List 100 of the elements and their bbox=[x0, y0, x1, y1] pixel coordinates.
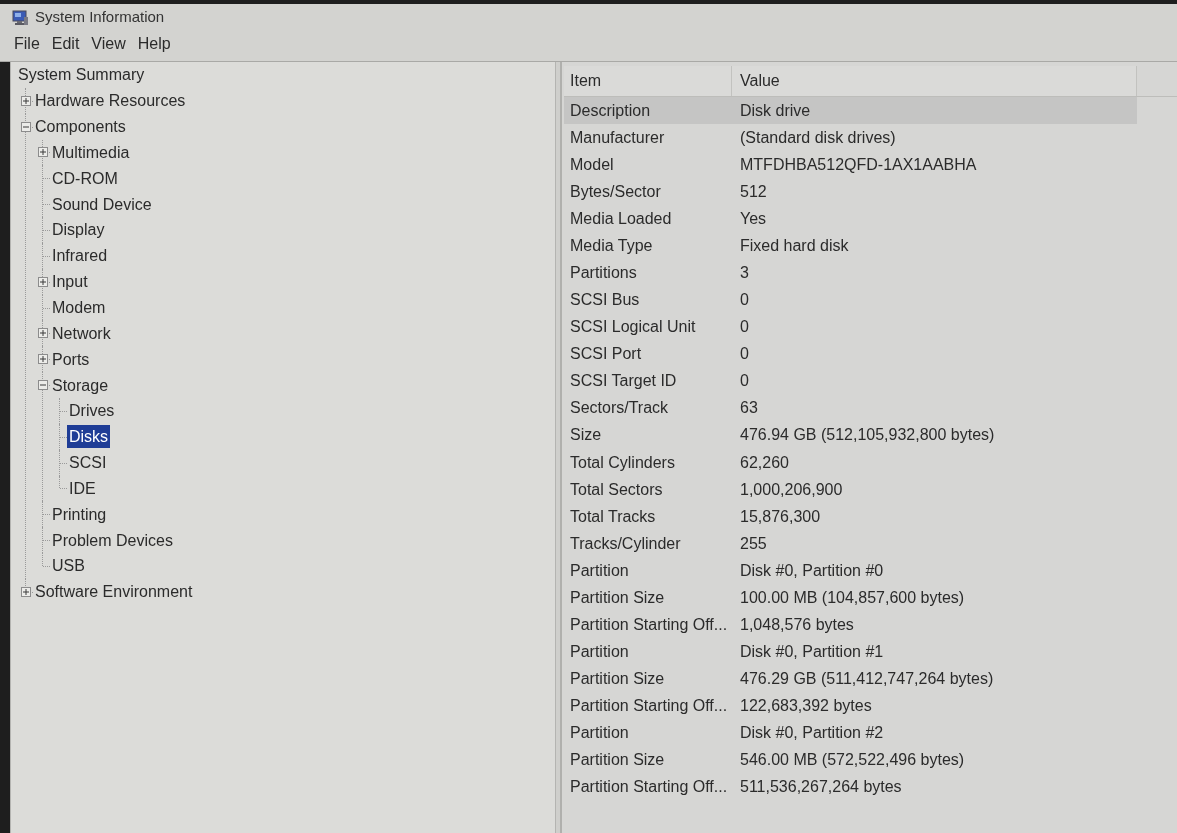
table-row[interactable]: Sectors/Track 63 bbox=[564, 394, 1137, 422]
expand-icon[interactable] bbox=[37, 147, 48, 158]
table-cell-text: Yes bbox=[739, 208, 767, 229]
table-cell-text: Partition Starting Off... bbox=[569, 615, 729, 635]
table-row[interactable]: Description Disk drive bbox=[564, 97, 1137, 125]
tree-item[interactable]: Software Environment bbox=[33, 580, 195, 604]
column-header[interactable]: Item bbox=[564, 66, 732, 96]
tree-item[interactable]: Display bbox=[50, 218, 107, 242]
table-cell-text: Disk #0, Partition #0 bbox=[739, 560, 884, 581]
table-row[interactable]: Partition Disk #0, Partition #0 bbox=[564, 557, 1137, 585]
table-cell-text: 511,536,267,264 bytes bbox=[739, 777, 902, 798]
menu-item[interactable]: Edit bbox=[47, 32, 84, 55]
expand-icon[interactable] bbox=[37, 354, 48, 365]
tree-item[interactable]: USB bbox=[50, 554, 87, 578]
tree-item[interactable]: Modem bbox=[50, 296, 108, 319]
table-cell-text: 62,260 bbox=[739, 452, 789, 473]
table-cell-text: MTFDHBA512QFD-1AX1AABHA bbox=[739, 154, 977, 175]
table-cell-text: 1,000,206,900 bbox=[739, 479, 843, 500]
table-row[interactable]: Media Loaded Yes bbox=[564, 205, 1137, 233]
tree-item[interactable]: Multimedia bbox=[50, 140, 132, 164]
table-cell-text: Sectors/Track bbox=[569, 398, 670, 419]
tree-item[interactable]: System Summary bbox=[16, 63, 147, 87]
table-row[interactable]: SCSI Port 0 bbox=[564, 340, 1137, 368]
table-row[interactable]: Media Type Fixed hard disk bbox=[564, 232, 1137, 260]
table-cell-text: 476.94 GB (512,105,932,800 bytes) bbox=[739, 425, 995, 446]
collapse-icon[interactable] bbox=[20, 121, 31, 132]
table-cell-text: Partition bbox=[569, 642, 630, 663]
expand-icon[interactable] bbox=[20, 95, 31, 106]
table-cell-text: Description bbox=[569, 100, 652, 121]
table-cell-text: Partition Starting Off... bbox=[569, 777, 729, 798]
tree-item[interactable]: Infrared bbox=[50, 244, 110, 268]
table-cell-text: Partition Size bbox=[569, 750, 666, 771]
table-row[interactable]: Partition Disk #0, Partition #1 bbox=[564, 638, 1137, 666]
table-cell-text: 3 bbox=[739, 263, 749, 283]
table-cell-text: Total Sectors bbox=[569, 479, 664, 500]
table-row[interactable]: SCSI Logical Unit 0 bbox=[564, 313, 1137, 341]
tree-item[interactable]: Network bbox=[50, 321, 113, 345]
table-row[interactable]: Bytes/Sector 512 bbox=[564, 178, 1137, 206]
table-row[interactable]: Partition Starting Off... 511,536,267,264 bytes bbox=[564, 773, 1137, 802]
menu-item[interactable]: View bbox=[87, 32, 130, 55]
table-cell-text: 546.00 MB (572,522,496 bytes) bbox=[739, 750, 965, 771]
table-row[interactable]: Size 476.94 GB (512,105,932,800 bytes) bbox=[564, 421, 1137, 449]
table-cell-text: Total Cylinders bbox=[569, 452, 676, 473]
table-cell-text: 0 bbox=[739, 290, 749, 311]
expand-icon[interactable] bbox=[20, 586, 31, 597]
tree-item[interactable]: Printing bbox=[50, 502, 109, 526]
table-cell-text: 0 bbox=[739, 344, 749, 365]
table-row[interactable]: Partition Starting Off... 1,048,576 bytes bbox=[564, 611, 1137, 639]
table-row[interactable]: Partition Size 546.00 MB (572,522,496 bytes) bbox=[564, 746, 1137, 774]
table-cell-text: Partitions bbox=[569, 263, 638, 283]
table-row[interactable]: Total Cylinders 62,260 bbox=[564, 449, 1137, 477]
table-cell-text: SCSI Port bbox=[569, 344, 643, 365]
collapse-icon[interactable] bbox=[37, 380, 48, 391]
table-cell-text: Disk #0, Partition #1 bbox=[739, 642, 884, 663]
table-cell-text: 0 bbox=[739, 317, 749, 338]
tree-item[interactable]: SCSI bbox=[67, 451, 109, 475]
table-cell-text: 63 bbox=[739, 398, 758, 419]
table-cell-text: Model bbox=[569, 154, 615, 175]
table-cell-text: SCSI Target ID bbox=[569, 371, 678, 392]
tree-item[interactable]: Storage bbox=[50, 373, 111, 397]
column-header[interactable]: Value bbox=[732, 66, 1137, 96]
table-row[interactable]: Tracks/Cylinder 255 bbox=[564, 530, 1137, 558]
table-cell-text: 255 bbox=[739, 533, 767, 554]
table-cell-text: Disk drive bbox=[739, 100, 811, 121]
table-cell-text: Partition bbox=[569, 723, 630, 744]
tree-item[interactable]: Sound Device bbox=[50, 192, 154, 216]
tree-item[interactable]: Problem Devices bbox=[50, 528, 175, 552]
tree-item[interactable]: Disks bbox=[67, 425, 111, 449]
table-row[interactable]: Model MTFDHBA512QFD-1AX1AABHA bbox=[564, 151, 1137, 179]
tree-item[interactable]: Hardware Resources bbox=[33, 89, 188, 113]
table-cell-text: Fixed hard disk bbox=[739, 235, 849, 256]
tree-item[interactable]: Components bbox=[33, 115, 128, 139]
tree-item[interactable]: IDE bbox=[67, 476, 98, 500]
table-row[interactable]: Partition Disk #0, Partition #2 bbox=[564, 719, 1137, 747]
table-row[interactable]: SCSI Bus 0 bbox=[564, 286, 1137, 314]
tree-item[interactable]: Input bbox=[50, 270, 90, 294]
table-cell-text: Total Tracks bbox=[569, 506, 657, 527]
table-row[interactable]: Total Tracks 15,876,300 bbox=[564, 503, 1137, 531]
table-cell-text: Disk #0, Partition #2 bbox=[739, 723, 884, 744]
table-cell-text: Manufacturer bbox=[569, 127, 666, 148]
table-cell-text: 100.00 MB (104,857,600 bytes) bbox=[739, 587, 965, 608]
expand-icon[interactable] bbox=[37, 328, 48, 339]
table-row[interactable]: Partition Size 100.00 MB (104,857,600 bytes) bbox=[564, 584, 1137, 612]
table-row[interactable]: Manufacturer (Standard disk drives) bbox=[564, 124, 1137, 152]
table-row[interactable]: SCSI Target ID 0 bbox=[564, 367, 1137, 395]
table-cell-text: SCSI Bus bbox=[569, 290, 641, 311]
table-row[interactable]: Partition Size 476.29 GB (511,412,747,264 bytes) bbox=[564, 665, 1137, 693]
table-cell-text: SCSI Logical Unit bbox=[569, 317, 697, 338]
table-row[interactable]: Total Sectors 1,000,206,900 bbox=[564, 476, 1137, 504]
menu-item[interactable]: File bbox=[10, 32, 44, 55]
expand-icon[interactable] bbox=[37, 276, 48, 287]
table-cell-text: Media Loaded bbox=[569, 208, 673, 229]
tree-item[interactable]: Ports bbox=[50, 347, 92, 371]
table-cell-text: 15,876,300 bbox=[739, 506, 821, 527]
menu-item[interactable]: Help bbox=[133, 32, 175, 55]
table-row[interactable]: Partitions 3 bbox=[564, 259, 1137, 287]
table-row[interactable]: Partition Starting Off... 122,683,392 bytes bbox=[564, 692, 1137, 720]
table-cell-text: 476.29 GB (511,412,747,264 bytes) bbox=[739, 669, 994, 690]
tree-item[interactable]: Drives bbox=[67, 399, 117, 423]
tree-item[interactable]: CD-ROM bbox=[50, 166, 120, 190]
